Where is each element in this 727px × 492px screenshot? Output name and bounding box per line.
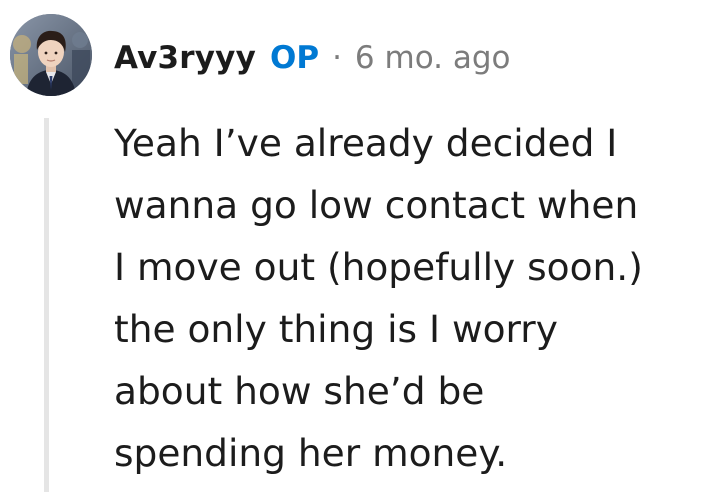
comment-header: Av3ryyy OP · 6 mo. ago — [114, 34, 510, 82]
comment: Av3ryyy OP · 6 mo. ago Yeah I’ve already… — [0, 0, 727, 492]
user-avatar[interactable] — [10, 14, 92, 96]
comment-body-line: Yeah I’ve already decided I — [114, 121, 618, 165]
comment-body-line: wanna go low contact when — [114, 183, 639, 227]
meta-separator: · — [332, 40, 342, 76]
comment-body-line: spending her money. — [114, 431, 508, 475]
username-link[interactable]: Av3ryyy — [114, 34, 256, 82]
comment-timestamp[interactable]: 6 mo. ago — [355, 34, 511, 82]
comment-body: Yeah I’ve already decided I wanna go low… — [114, 112, 714, 484]
comment-body-line: I move out (hopefully soon.) — [114, 245, 643, 289]
op-badge: OP — [269, 40, 320, 76]
comment-body-line: about how she’d be — [114, 369, 485, 413]
avatar-image — [10, 14, 92, 96]
thread-collapse-line[interactable] — [44, 118, 49, 492]
comment-body-line: the only thing is I worry — [114, 307, 558, 351]
